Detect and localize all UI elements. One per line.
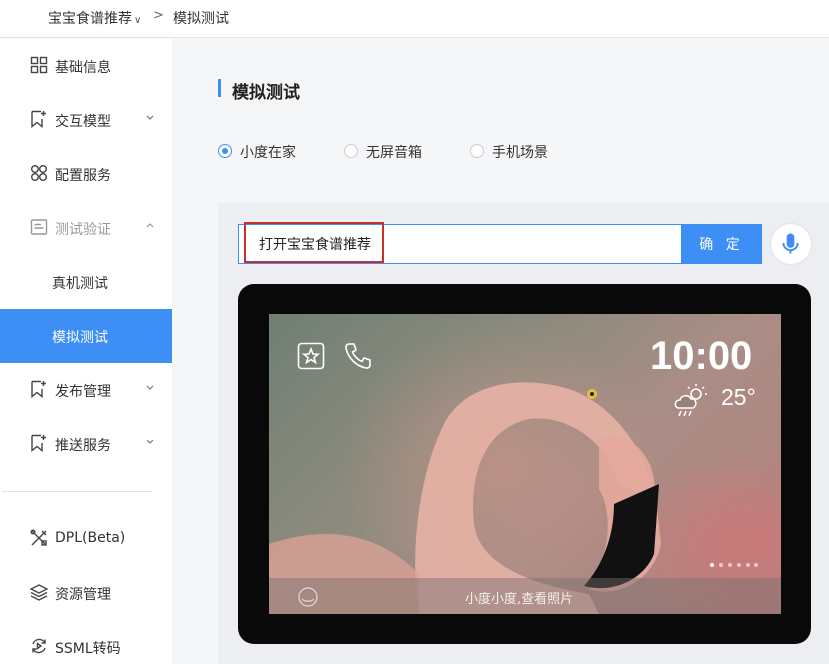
radio-label: 小度在家 <box>240 145 296 161</box>
radio-button[interactable] <box>218 144 232 158</box>
sidebar-item-label: 资源管理 <box>55 587 111 603</box>
breadcrumb-separator: > <box>153 8 164 23</box>
chevron-down-icon <box>146 385 154 390</box>
sidebar-item-label: 模拟测试 <box>52 330 108 346</box>
document-icon <box>30 219 48 235</box>
screen-clock: 10:00 <box>650 334 753 378</box>
radio-label: 无屏音箱 <box>366 145 422 161</box>
breadcrumb-app-label: 宝宝食谱推荐 <box>48 11 132 27</box>
mic-button[interactable] <box>770 223 812 265</box>
bookmark-plus-icon <box>31 434 46 452</box>
bookmark-plus-icon <box>31 110 46 128</box>
device-screen: 10:00 25° 小度小度,查看照片 <box>269 314 781 614</box>
sidebar-divider <box>2 491 152 492</box>
chevron-up-icon <box>146 223 154 228</box>
sidebar-item-config-service[interactable]: 配置服务 <box>0 147 172 201</box>
grid-icon <box>30 56 48 74</box>
chevron-down-icon <box>146 115 154 120</box>
clover-icon <box>31 165 47 181</box>
radio-button[interactable] <box>470 144 484 158</box>
sidebar: 基础信息 交互模型 配置服务 测试验证 真机测试 模拟测试 发布管理 推送服务 … <box>0 39 172 664</box>
sidebar-item-label: 配置服务 <box>55 168 111 184</box>
sidebar-item-label: 测试验证 <box>55 222 111 238</box>
screen-caption: 小度小度,查看照片 <box>465 592 574 607</box>
page-indicator-dots <box>710 563 758 567</box>
sidebar-item-release-management[interactable]: 发布管理 <box>0 363 172 417</box>
phone-icon <box>345 343 371 369</box>
sidebar-subitem-simulation-test[interactable]: 模拟测试 <box>0 309 172 363</box>
confirm-button[interactable]: 确 定 <box>681 224 762 264</box>
sidebar-item-test-verify[interactable]: 测试验证 <box>0 201 172 255</box>
sidebar-item-label: 交互模型 <box>55 114 111 130</box>
sidebar-item-label: DPL(Beta) <box>55 530 126 546</box>
sidebar-item-basic-info[interactable]: 基础信息 <box>0 39 172 93</box>
sidebar-item-push-service[interactable]: 推送服务 <box>0 417 172 471</box>
chevron-down-icon: ∨ <box>134 15 142 26</box>
chevron-down-icon <box>146 439 154 444</box>
sidebar-item-ssml-transcode[interactable]: SSML转码 <box>0 620 172 664</box>
sidebar-item-label: 基础信息 <box>55 60 111 76</box>
radio-button[interactable] <box>344 144 358 158</box>
layers-icon <box>30 584 48 601</box>
breadcrumb-app-switcher[interactable]: 宝宝食谱推荐 ∨ <box>48 8 141 28</box>
sidebar-item-label: SSML转码 <box>55 641 121 657</box>
convert-icon <box>32 638 46 654</box>
sidebar-subitem-device-test[interactable]: 真机测试 <box>0 255 172 309</box>
title-accent-bar <box>218 79 221 97</box>
sidebar-item-interaction-model[interactable]: 交互模型 <box>0 93 172 147</box>
sidebar-item-label: 发布管理 <box>55 384 111 400</box>
sidebar-item-resource-management[interactable]: 资源管理 <box>0 566 172 620</box>
page-title: 模拟测试 <box>232 83 300 103</box>
sidebar-item-dpl[interactable]: DPL(Beta) <box>0 512 172 566</box>
bookmark-plus-icon <box>31 380 46 398</box>
breadcrumb-current: 模拟测试 <box>173 11 229 27</box>
command-input[interactable] <box>238 224 682 264</box>
microphone-icon <box>782 233 799 254</box>
sidebar-item-label: 推送服务 <box>55 438 111 454</box>
top-bar: 宝宝食谱推荐 ∨ > 模拟测试 <box>0 0 829 38</box>
screen-temperature: 25° <box>721 384 756 410</box>
sidebar-item-label: 真机测试 <box>52 276 108 292</box>
rain-sun-weather-icon <box>674 384 707 417</box>
star-favorite-icon <box>297 342 325 370</box>
radio-label: 手机场景 <box>492 145 548 161</box>
tools-icon <box>30 529 47 546</box>
assistant-bubble-icon <box>298 587 318 607</box>
